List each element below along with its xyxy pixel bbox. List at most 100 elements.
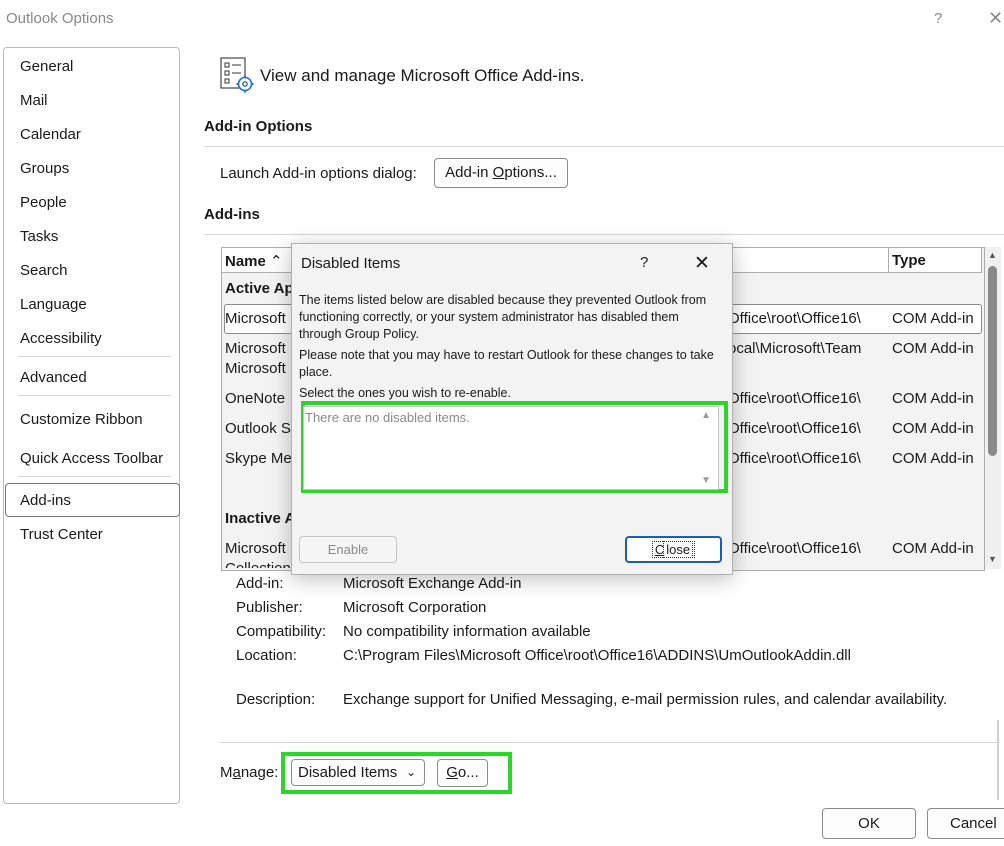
add-in-options-title: Add-in Options — [204, 118, 313, 135]
row-name[interactable]: Collection — [225, 560, 291, 568]
dialog-help-button[interactable]: ? — [640, 254, 648, 271]
page-title: View and manage Microsoft Office Add-ins… — [260, 66, 585, 85]
ok-button[interactable]: OK — [822, 808, 916, 839]
accelerator-key: G — [446, 764, 458, 781]
sidebar-item-quick-access-toolbar[interactable]: Quick Access Toolbar — [20, 450, 163, 467]
page-scrollbar-track — [997, 720, 999, 800]
sidebar-item-accessibility[interactable]: Accessibility — [20, 330, 102, 347]
detail-addin-value: Microsoft Exchange Add-in — [343, 575, 522, 592]
detail-description-value: Exchange support for Unified Messaging, … — [343, 691, 948, 708]
row-name[interactable]: OneNote — [225, 390, 285, 407]
dialog-message: The items listed below are disabled beca… — [299, 293, 707, 341]
options-sidebar: General Mail Calendar Groups People Task… — [3, 47, 180, 804]
cancel-button[interactable]: Cancel — [927, 808, 1004, 839]
sidebar-item-advanced[interactable]: Advanced — [20, 369, 87, 386]
add-in-options-button[interactable]: Add-in Options... — [434, 158, 568, 188]
sidebar-divider — [18, 395, 170, 396]
dialog-note: Please note that you may have to restart… — [299, 348, 714, 379]
row-type[interactable]: COM Add-in — [892, 450, 974, 467]
group-active: Active Ap — [225, 280, 294, 297]
help-button[interactable]: ? — [934, 10, 942, 27]
detail-location-value: C:\Program Files\Microsoft Office\root\O… — [343, 647, 851, 664]
label-text: nage: — [240, 764, 279, 781]
row-location[interactable]: Office\root\Office16\ — [728, 540, 861, 557]
row-location[interactable]: ocal\Microsoft\Team — [728, 340, 861, 357]
scroll-up-icon[interactable]: ▲ — [988, 250, 997, 260]
sidebar-item-mail[interactable]: Mail — [20, 92, 48, 109]
accelerator-key: a — [232, 764, 241, 781]
scrollbar-thumb[interactable] — [988, 266, 997, 456]
add-ins-title: Add-ins — [204, 206, 260, 223]
sidebar-item-general[interactable]: General — [20, 58, 73, 75]
detail-publisher-value: Microsoft Corporation — [343, 599, 487, 616]
enable-button[interactable]: Enable — [299, 536, 397, 563]
disabled-items-dialog: Disabled Items ? ✕ The items listed belo… — [291, 243, 733, 575]
sidebar-item-groups[interactable]: Groups — [20, 160, 69, 177]
chevron-down-icon: ⌄ — [405, 765, 416, 779]
go-button[interactable]: Go... — [437, 759, 488, 787]
dialog-close-button[interactable]: Close — [625, 536, 722, 563]
add-ins-icon — [219, 57, 257, 95]
sidebar-item-customize-ribbon[interactable]: Customize Ribbon — [20, 411, 143, 428]
sidebar-divider — [18, 356, 170, 357]
button-label: Add-in — [445, 164, 493, 181]
row-location[interactable]: Office\root\Office16\ — [728, 390, 861, 407]
detail-description-label: Description: — [236, 691, 316, 708]
accelerator-key: O — [492, 164, 505, 181]
sidebar-divider — [18, 476, 170, 477]
manage-label: Manage: — [220, 764, 278, 781]
row-type[interactable]: COM Add-in — [892, 340, 974, 357]
row-name[interactable]: Outlook S — [225, 420, 291, 437]
sidebar-item-language[interactable]: Language — [20, 296, 87, 313]
window-title: Outlook Options — [6, 10, 114, 27]
section-divider — [220, 742, 1000, 743]
sidebar-item-trust-center[interactable]: Trust Center — [20, 526, 103, 543]
launch-options-label: Launch Add-in options dialog: — [220, 165, 417, 182]
row-type[interactable]: COM Add-in — [892, 540, 974, 557]
button-label: Close — [651, 541, 696, 558]
scroll-up-icon[interactable]: ▲ — [701, 410, 711, 421]
sidebar-item-people[interactable]: People — [20, 194, 67, 211]
detail-compatibility-value: No compatibility information available — [343, 623, 591, 640]
row-type[interactable]: COM Add-in — [892, 390, 974, 407]
accelerator-key: C — [654, 542, 665, 557]
scroll-down-icon[interactable]: ▼ — [701, 475, 711, 486]
sort-ascending-icon: ⌃ — [270, 253, 283, 270]
sidebar-item-tasks[interactable]: Tasks — [20, 228, 58, 245]
manage-select[interactable]: Disabled Items ⌄ — [291, 759, 425, 786]
disabled-items-list[interactable]: There are no disabled items. ▲ ▼ — [303, 406, 719, 490]
row-name[interactable]: Microsoft — [225, 340, 286, 357]
sidebar-item-add-ins[interactable]: Add-ins — [20, 492, 71, 509]
scroll-down-icon[interactable]: ▼ — [988, 554, 997, 564]
empty-list-text: There are no disabled items. — [305, 410, 470, 425]
label-text: M — [220, 764, 233, 781]
button-label: ptions... — [504, 164, 557, 181]
sidebar-item-search[interactable]: Search — [20, 262, 68, 279]
detail-publisher-label: Publisher: — [236, 599, 303, 616]
row-location[interactable]: Office\root\Office16\ — [728, 310, 861, 327]
column-name-label: Name — [225, 253, 266, 270]
row-type[interactable]: COM Add-in — [892, 310, 974, 327]
row-location[interactable]: Office\root\Office16\ — [728, 420, 861, 437]
section-divider — [204, 234, 1004, 235]
row-name[interactable]: Microsoft — [225, 540, 286, 557]
detail-addin-label: Add-in: — [236, 575, 284, 592]
section-divider — [204, 146, 1004, 147]
column-header-type[interactable]: Type — [889, 248, 982, 273]
button-label-rest: lose — [663, 541, 694, 558]
group-inactive: Inactive A — [225, 510, 296, 527]
sidebar-item-calendar[interactable]: Calendar — [20, 126, 81, 143]
detail-compatibility-label: Compatibility: — [236, 623, 327, 640]
row-name[interactable]: Microsoft — [225, 310, 286, 327]
dialog-close-icon[interactable]: ✕ — [694, 252, 710, 275]
close-window-button[interactable]: ✕ — [988, 8, 1003, 29]
button-label: o... — [457, 764, 479, 781]
row-name[interactable]: Microsoft — [225, 360, 286, 377]
row-type[interactable]: COM Add-in — [892, 420, 974, 437]
row-name[interactable]: Skype Mee — [225, 450, 300, 467]
detail-location-label: Location: — [236, 647, 297, 664]
dialog-title: Disabled Items — [301, 255, 401, 272]
row-location[interactable]: Office\root\Office16\ — [728, 450, 861, 467]
manage-selected-value: Disabled Items — [298, 764, 398, 781]
dialog-instruction: Select the ones you wish to re-enable. — [299, 386, 511, 400]
